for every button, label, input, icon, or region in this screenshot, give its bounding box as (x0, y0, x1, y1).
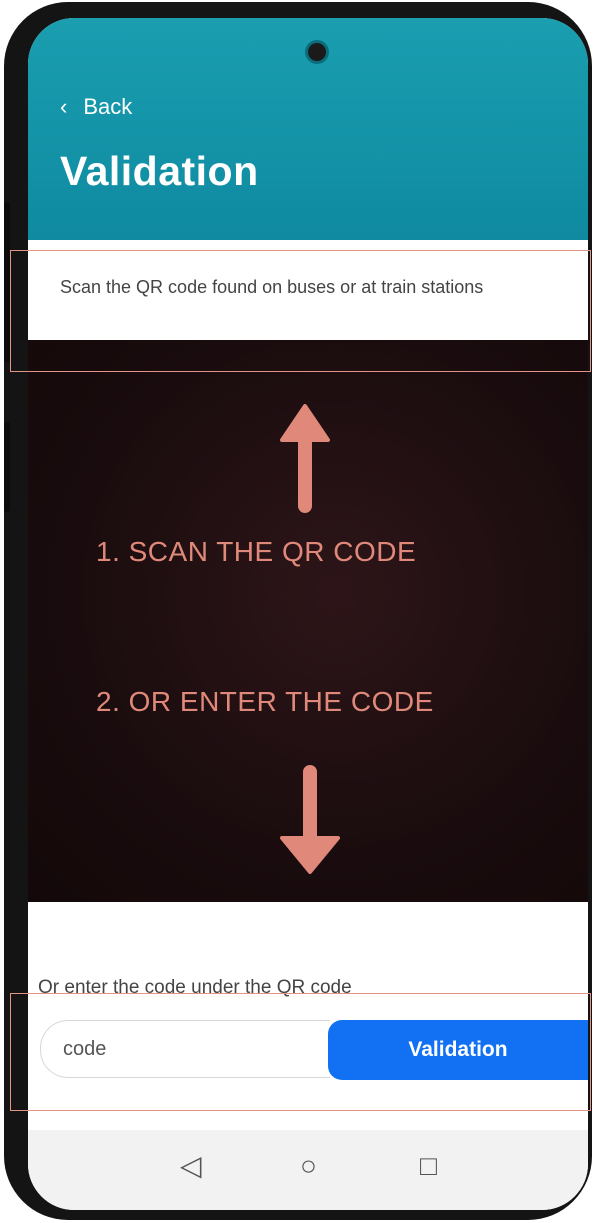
qr-scanner-view[interactable]: 1. SCAN THE QR CODE 2. OR ENTER THE CODE (28, 340, 588, 902)
validation-button[interactable]: Validation (328, 1020, 588, 1080)
scan-step-label: 1. SCAN THE QR CODE (96, 536, 417, 567)
header-bar: ‹ Back Validation (28, 18, 588, 240)
code-entry-panel: Or enter the code under the QR code Vali… (28, 902, 588, 1130)
page-title: Validation (60, 148, 259, 194)
enter-step-label: 2. OR ENTER THE CODE (96, 686, 434, 717)
phone-frame: ‹ Back Validation Scan the QR code found… (4, 2, 592, 1220)
arrow-up-icon (280, 404, 330, 513)
nav-recents-icon[interactable]: □ (420, 1152, 437, 1180)
nav-home-icon[interactable]: ○ (300, 1152, 317, 1180)
instruction-text: Scan the QR code found on buses or at tr… (60, 277, 484, 297)
nav-back-icon[interactable]: ◁ (180, 1152, 202, 1180)
front-camera (308, 43, 326, 61)
code-entry-row: Validation (40, 1020, 588, 1080)
volume-button (4, 202, 10, 362)
back-label: Back (83, 94, 133, 119)
arrow-down-icon (280, 765, 340, 874)
app-screen: ‹ Back Validation Scan the QR code found… (28, 18, 588, 1210)
back-button[interactable]: ‹ Back (60, 94, 132, 120)
code-input[interactable] (40, 1020, 330, 1078)
chevron-left-icon: ‹ (60, 94, 68, 119)
power-button (4, 422, 10, 512)
system-nav-bar: ◁ ○ □ (28, 1130, 588, 1210)
instruction-panel: Scan the QR code found on buses or at tr… (28, 240, 588, 340)
code-hint-text: Or enter the code under the QR code (38, 977, 352, 998)
